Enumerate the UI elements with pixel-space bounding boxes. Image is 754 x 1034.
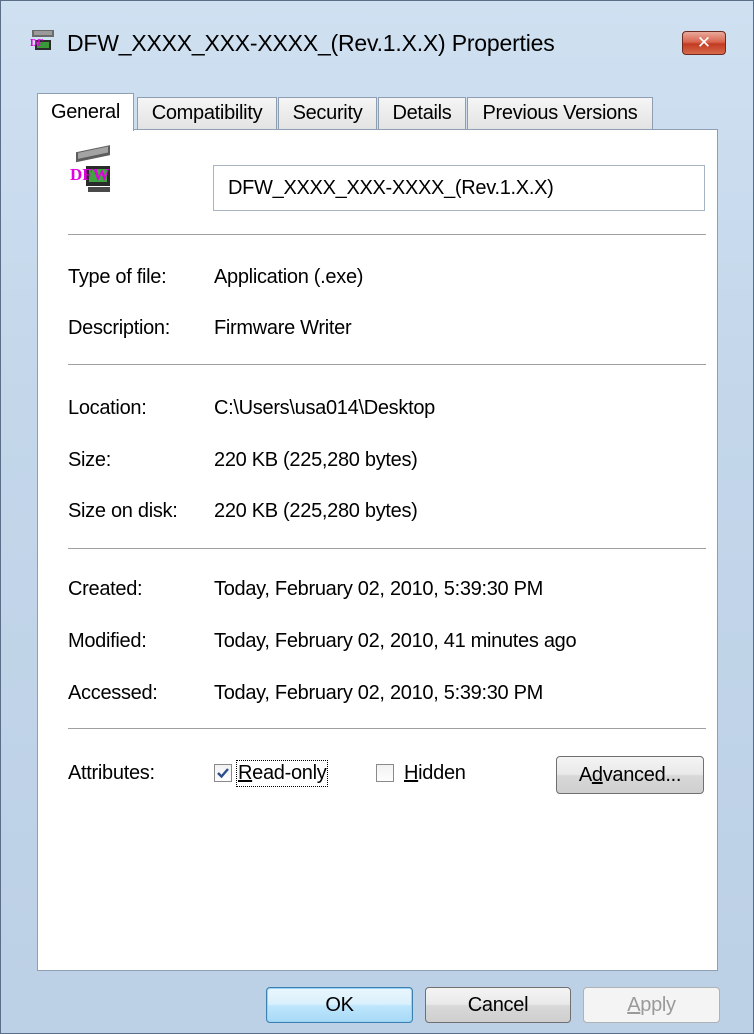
close-icon: ✕	[696, 33, 712, 53]
tab-label: Security	[292, 102, 363, 124]
window-title: DFW_XXXX_XXX-XXXX_(Rev.1.X.X) Properties	[67, 30, 555, 56]
size-label: Size:	[68, 449, 111, 471]
general-panel: DFW Type of file: Application (.exe) Des…	[37, 129, 718, 971]
close-button[interactable]: ✕	[682, 31, 726, 55]
tab-details[interactable]: Details	[378, 97, 466, 129]
tab-security[interactable]: Security	[278, 97, 377, 129]
description-label: Description:	[68, 317, 170, 339]
svg-text:DFW: DFW	[70, 165, 110, 184]
separator	[68, 548, 706, 549]
hidden-label[interactable]: Hidden	[404, 762, 466, 785]
accessed-value: Today, February 02, 2010, 5:39:30 PM	[214, 682, 544, 704]
read-only-checkbox[interactable]	[214, 764, 232, 782]
tab-general[interactable]: General	[37, 93, 134, 131]
separator	[68, 364, 706, 365]
advanced-button[interactable]: Ad vanced...	[556, 756, 704, 794]
tab-label: Compatibility	[151, 102, 263, 124]
svg-text:DF: DF	[30, 38, 43, 49]
app-icon: DF	[30, 30, 54, 50]
hidden-checkbox[interactable]	[376, 764, 394, 782]
read-only-label[interactable]: Read-only	[235, 760, 329, 787]
file-name-input[interactable]	[213, 165, 705, 211]
checkmark-icon	[217, 768, 229, 779]
modified-label: Modified:	[68, 630, 147, 652]
tab-label: Details	[392, 102, 452, 124]
separator	[68, 234, 706, 235]
created-value: Today, February 02, 2010, 5:39:30 PM	[214, 578, 544, 600]
location-value: C:\Users\usa014\Desktop	[214, 397, 435, 419]
modified-value: Today, February 02, 2010, 41 minutes ago	[214, 630, 577, 652]
cancel-button[interactable]: Cancel	[425, 987, 571, 1023]
tab-label: Previous Versions	[482, 102, 638, 124]
title-bar[interactable]: DF DFW_XXXX_XXX-XXXX_(Rev.1.X.X) Propert…	[1, 1, 753, 56]
apply-button[interactable]: Apply	[583, 987, 720, 1023]
ok-button[interactable]: OK	[266, 987, 413, 1023]
size-on-disk-label: Size on disk:	[68, 500, 178, 522]
separator	[68, 728, 706, 729]
created-label: Created:	[68, 578, 143, 600]
tab-compatibility[interactable]: Compatibility	[137, 97, 277, 129]
tab-previous-versions[interactable]: Previous Versions	[467, 97, 653, 129]
description-value: Firmware Writer	[214, 317, 352, 339]
location-label: Location:	[68, 397, 147, 419]
properties-window: DF DFW_XXXX_XXX-XXXX_(Rev.1.X.X) Propert…	[0, 0, 754, 1034]
attributes-label: Attributes:	[68, 762, 155, 784]
tab-label: General	[50, 101, 121, 123]
size-value: 220 KB (225,280 bytes)	[214, 449, 418, 471]
size-on-disk-value: 220 KB (225,280 bytes)	[214, 500, 418, 522]
dfw-application-icon: DFW	[70, 145, 110, 192]
type-value: Application (.exe)	[214, 266, 364, 288]
accessed-label: Accessed:	[68, 682, 158, 704]
type-label: Type of file:	[68, 266, 167, 288]
